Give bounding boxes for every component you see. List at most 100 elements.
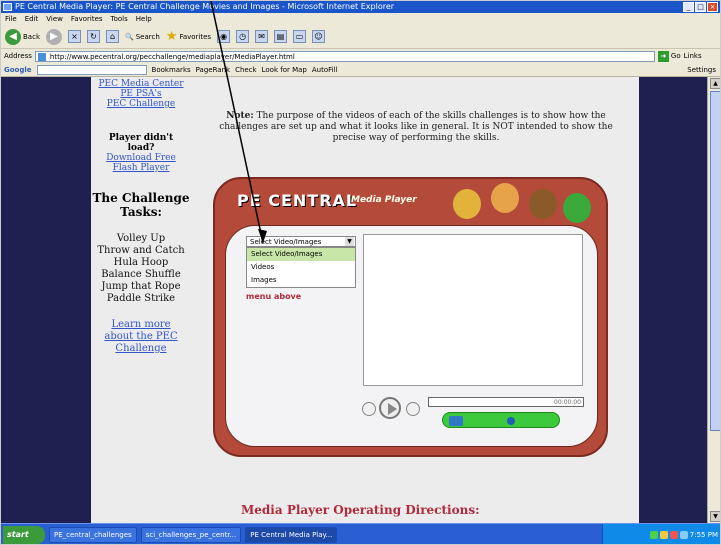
taskbar-item-active[interactable]: PE Central Media Play... bbox=[245, 527, 338, 543]
menu-view[interactable]: View bbox=[46, 13, 63, 25]
address-label: Address bbox=[4, 52, 32, 60]
tray-icon[interactable] bbox=[679, 531, 688, 539]
learn-more-link[interactable]: Learn more about the PEC Challenge bbox=[97, 319, 185, 355]
forward-button-player[interactable] bbox=[406, 402, 420, 416]
address-url: http://www.pecentral.org/pecchallenge/me… bbox=[49, 52, 295, 61]
option-select-video-images[interactable]: Select Video/Images bbox=[247, 248, 355, 261]
google-search-input[interactable] bbox=[36, 64, 147, 75]
go-button[interactable]: ➜ Go bbox=[657, 50, 681, 62]
task-item: Throw and Catch bbox=[97, 245, 185, 256]
pagerank-button[interactable]: PageRank bbox=[196, 66, 230, 74]
directions-heading: Media Player Operating Directions: bbox=[241, 503, 480, 517]
task-item: Hula Hoop bbox=[113, 257, 169, 268]
task-item: Paddle Strike bbox=[106, 293, 176, 304]
right-band bbox=[639, 77, 707, 523]
back-label: Back bbox=[23, 32, 40, 41]
stop-icon[interactable]: × bbox=[68, 30, 81, 43]
menu-help[interactable]: Help bbox=[136, 13, 152, 25]
taskbar: start PE_central_challenges sci_challeng… bbox=[1, 523, 720, 544]
star-icon: ★ bbox=[165, 29, 178, 44]
player-help-text: Player didn't load? bbox=[108, 133, 174, 153]
task-item: Volley Up bbox=[116, 233, 166, 244]
pe-central-logo: PE CENTRAL bbox=[237, 191, 358, 210]
google-logo[interactable]: Google bbox=[4, 66, 32, 74]
go-label: Go bbox=[670, 52, 681, 60]
search-icon: 🔍 bbox=[125, 32, 134, 41]
media-display bbox=[363, 234, 583, 386]
minimize-button[interactable]: _ bbox=[683, 2, 694, 12]
check-button[interactable]: Check bbox=[235, 66, 257, 74]
favorites-label: Favorites bbox=[179, 32, 212, 41]
home-icon[interactable]: ⌂ bbox=[106, 30, 119, 43]
option-videos[interactable]: Videos bbox=[247, 261, 355, 274]
search-button[interactable]: 🔍 Search bbox=[125, 33, 160, 41]
menu-file[interactable]: File bbox=[5, 13, 17, 25]
scroll-up-arrow-icon[interactable]: ▲ bbox=[710, 78, 720, 89]
print-icon[interactable]: ▤ bbox=[274, 30, 288, 43]
folder-icon[interactable]: ▭ bbox=[293, 30, 307, 43]
time-readout: 00:00:00 bbox=[554, 399, 581, 406]
messenger-icon[interactable]: ☺ bbox=[312, 30, 326, 43]
search-label: Search bbox=[135, 32, 160, 41]
address-input[interactable]: http://www.pecentral.org/pecchallenge/me… bbox=[34, 50, 655, 62]
maximize-button[interactable]: □ bbox=[695, 2, 706, 12]
player-panel: Select Video/Images ▼ Select Video/Image… bbox=[225, 225, 598, 447]
favorites-button[interactable]: ★ Favorites bbox=[166, 29, 211, 44]
clock: 7:55 PM bbox=[689, 531, 718, 539]
volume-bar[interactable] bbox=[442, 412, 560, 428]
media-select[interactable]: Select Video/Images ▼ bbox=[246, 236, 356, 247]
link-pec-challenge[interactable]: PEC Challenge bbox=[91, 99, 191, 109]
history-icon[interactable]: ◷ bbox=[236, 30, 250, 43]
go-arrow-icon: ➜ bbox=[657, 50, 669, 62]
character-camcorder-icon bbox=[563, 193, 591, 223]
close-button[interactable]: × bbox=[707, 2, 718, 12]
tray-icon[interactable] bbox=[649, 531, 658, 539]
speaker-icon bbox=[449, 416, 463, 426]
note-text: Note: The purpose of the videos of each … bbox=[211, 111, 621, 144]
download-flash-link[interactable]: Download Free Flash Player bbox=[95, 153, 187, 173]
address-bar: Address http://www.pecentral.org/pecchal… bbox=[1, 49, 720, 63]
bookmarks-button[interactable]: Bookmarks bbox=[152, 66, 191, 74]
seek-bar[interactable]: 00:00:00 bbox=[428, 397, 584, 407]
link-pe-psas[interactable]: PE PSA's bbox=[91, 89, 191, 99]
play-button[interactable] bbox=[379, 397, 401, 419]
taskbar-item[interactable]: sci_challenges_pe_centr... bbox=[140, 527, 242, 543]
start-button[interactable]: start bbox=[3, 526, 45, 544]
vertical-scrollbar[interactable]: ▲ ▼ bbox=[707, 77, 720, 523]
scroll-down-arrow-icon[interactable]: ▼ bbox=[710, 511, 720, 522]
media-options-list: Select Video/Images Videos Images bbox=[246, 247, 356, 288]
menu-favorites[interactable]: Favorites bbox=[71, 13, 103, 25]
tray-icon[interactable] bbox=[669, 531, 678, 539]
character-kid-icon bbox=[529, 189, 557, 219]
refresh-icon[interactable]: ↻ bbox=[87, 30, 100, 43]
menu-tools[interactable]: Tools bbox=[111, 13, 128, 25]
task-item: Balance Shuffle bbox=[101, 269, 181, 280]
media-player-subtitle: Media Player bbox=[351, 195, 417, 205]
links-button[interactable]: Links bbox=[684, 52, 702, 60]
taskbar-item[interactable]: PE_central_challenges bbox=[49, 527, 137, 543]
menu-bar: File Edit View Favorites Tools Help bbox=[1, 13, 720, 25]
option-images[interactable]: Images bbox=[247, 274, 355, 287]
menu-edit[interactable]: Edit bbox=[25, 13, 39, 25]
menu-above-hint: menu above bbox=[246, 292, 302, 301]
player-header: PE CENTRAL Media Player bbox=[223, 183, 598, 225]
back-arrow-icon: ◀ bbox=[5, 28, 21, 45]
settings-button[interactable]: Settings bbox=[687, 66, 720, 74]
scroll-thumb[interactable] bbox=[710, 91, 720, 431]
tray-icon[interactable] bbox=[659, 531, 668, 539]
standard-toolbar: ◀ Back ▶ × ↻ ⌂ 🔍 Search ★ Favorites ◉ ◷ … bbox=[1, 25, 720, 49]
volume-knob[interactable] bbox=[507, 417, 515, 425]
mail-icon[interactable]: ✉ bbox=[255, 30, 269, 43]
left-sidebar: PEC Media Center PE PSA's PEC Challenge … bbox=[91, 77, 191, 523]
back-button[interactable]: ◀ Back bbox=[5, 28, 40, 45]
window-controls: _ □ × bbox=[683, 2, 718, 12]
forward-button[interactable]: ▶ bbox=[46, 28, 62, 45]
challenge-tasks-heading: The Challenge Tasks: bbox=[92, 191, 190, 219]
ie-icon bbox=[3, 3, 12, 11]
rewind-button[interactable] bbox=[362, 402, 376, 416]
media-icon[interactable]: ◉ bbox=[217, 30, 231, 43]
link-pec-media-center[interactable]: PEC Media Center bbox=[91, 79, 191, 89]
look-for-map-button[interactable]: Look for Map bbox=[262, 66, 307, 74]
note-label: Note: bbox=[226, 111, 254, 121]
autofill-button[interactable]: AutoFill bbox=[312, 66, 338, 74]
